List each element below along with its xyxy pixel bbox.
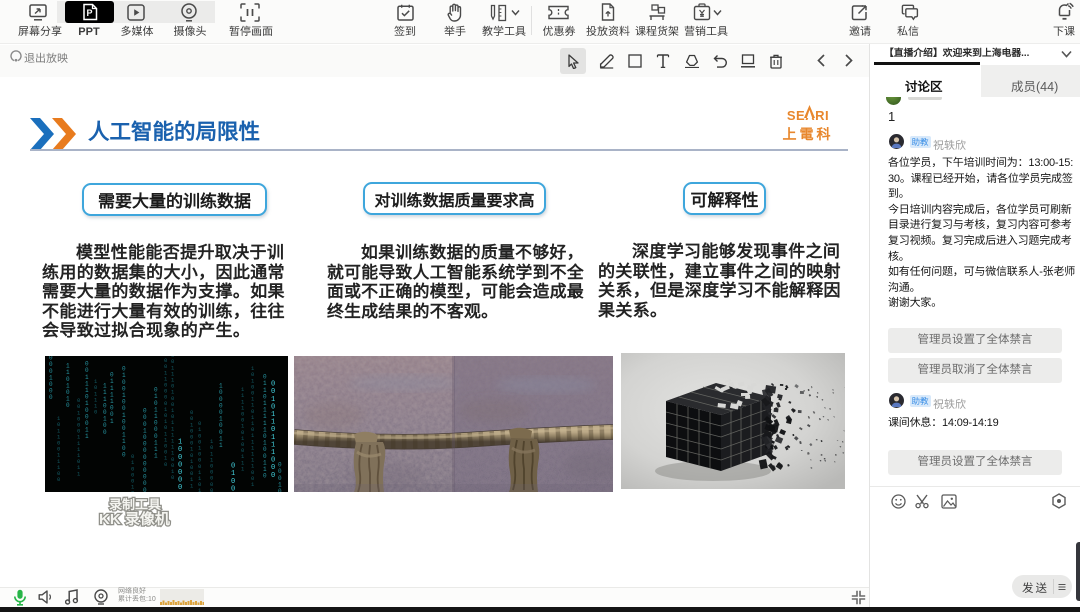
svg-text:0010001111011: 0010001111011 <box>77 397 81 477</box>
svg-text:001100001010110010: 001100001010110010 <box>164 357 168 468</box>
svg-text:10100110110111111001: 10100110110111111001 <box>251 365 255 488</box>
svg-text:01011000111: 01011000111 <box>154 387 158 460</box>
svg-text:10110011100: 10110011100 <box>57 415 61 483</box>
svg-text:101110: 101110 <box>94 378 98 416</box>
svg-text:P: P <box>87 8 93 18</box>
svg-text:0010110111000: 0010110111000 <box>271 381 275 480</box>
svg-text:0010001010011: 0010001010011 <box>190 409 194 489</box>
svg-text:01001110000: 01001110000 <box>231 463 235 492</box>
svg-text:11100100: 11100100 <box>103 383 107 436</box>
svg-text:001110100011: 001110100011 <box>85 361 89 441</box>
svg-text:01111001: 01111001 <box>110 372 114 425</box>
svg-text:01001001001100: 01001001001100 <box>122 366 126 459</box>
svg-text:0110111110100110: 0110111110100110 <box>263 374 267 480</box>
svg-text:10110000010100110: 10110000010100110 <box>210 438 214 492</box>
svg-text:001110100101111110010: 001110100101111110010 <box>171 356 175 481</box>
svg-text:000100000000010: 000100000000010 <box>143 408 147 492</box>
svg-text:1000010011: 1000010011 <box>219 383 223 449</box>
svg-text:0001000: 0001000 <box>49 356 53 401</box>
svg-text:0100010110011: 0100010110011 <box>131 453 135 492</box>
svg-text:1101010: 1101010 <box>66 363 70 410</box>
svg-text:11110010100111: 11110010100111 <box>241 386 245 472</box>
svg-text:1000000010000111010110: 1000000010000111010110 <box>178 439 182 492</box>
svg-text:010010001101011100: 010010001101011100 <box>198 420 202 492</box>
svg-text:00010111110111011: 00010111110111011 <box>278 462 282 492</box>
